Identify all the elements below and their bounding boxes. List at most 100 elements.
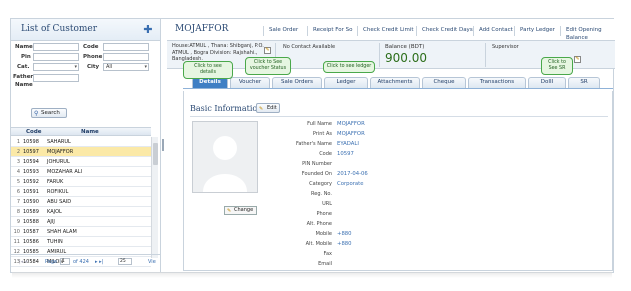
column-header-code[interactable]: Code (26, 129, 41, 135)
search-icon: ⚲ (34, 110, 39, 117)
table-row[interactable]: 9 10588 AJIJ (11, 217, 151, 227)
plus-icon: ✚ (143, 23, 153, 36)
row-code: 10589 (23, 209, 39, 215)
tab-attachments[interactable]: Attachments (370, 77, 420, 88)
field-value: MOJAFFOR (337, 121, 365, 127)
tab-cheque[interactable]: Cheque (422, 77, 466, 88)
field-label: Full Name (307, 121, 332, 127)
pin-input[interactable] (33, 53, 79, 61)
pager-page-input[interactable]: 1 (60, 258, 70, 265)
field-value: MOJAFFOR (337, 131, 365, 137)
receipt-for-so-button[interactable]: Receipt For So (307, 26, 353, 36)
category-select[interactable]: ▾ (33, 63, 79, 71)
row-name: FARUK (47, 179, 64, 185)
table-row[interactable]: 1 10598 SAHARUL (11, 137, 151, 147)
tab-sale-orders[interactable]: Sale Orders (272, 77, 322, 88)
row-code: 10592 (23, 179, 39, 185)
row-code: 10590 (23, 199, 39, 205)
table-row[interactable]: 5 10592 FARUK (11, 177, 151, 187)
father-name-label: Name (15, 82, 33, 88)
tab-sr[interactable]: SR (568, 77, 600, 88)
add-contact-button[interactable]: Add Contact (473, 26, 513, 36)
search-button[interactable]: ⚲ Search (31, 108, 67, 118)
column-header-name[interactable]: Name (81, 129, 99, 135)
row-name: ROFIKUL (47, 189, 69, 195)
party-ledger-button[interactable]: Party Ledger (514, 26, 555, 36)
table-row[interactable]: 10 10587 SHAH ALAM (11, 227, 151, 237)
tab-transactions[interactable]: Transactions (468, 77, 526, 88)
customer-photo (192, 121, 258, 193)
table-row[interactable]: 8 10589 KAJOL (11, 207, 151, 217)
row-number: 4 (16, 169, 20, 175)
name-input[interactable] (33, 43, 79, 51)
row-name: KAJOL (47, 209, 62, 215)
row-code: 10593 (23, 169, 39, 175)
chevron-down-icon: ▾ (74, 64, 77, 70)
tab-underline (183, 88, 613, 89)
row-number: 7 (16, 199, 20, 205)
row-name: ABU SAID (47, 199, 72, 205)
field-label: Fax (323, 251, 332, 257)
scrollbar-thumb[interactable] (153, 143, 158, 165)
add-customer-button[interactable]: ✚ (141, 23, 155, 36)
basic-info-title: Basic Information (190, 104, 263, 113)
father-name-input[interactable] (33, 74, 79, 82)
field-label: Mobile (315, 231, 332, 237)
pencil-icon: ✎ (227, 208, 232, 214)
row-name: MOJAFFOR (47, 149, 74, 155)
father-label: Father (13, 74, 34, 80)
row-name: SHAH ALAM (47, 229, 77, 235)
field-label: Category (309, 181, 332, 187)
city-select-value: All (106, 64, 113, 70)
row-number: 11 (13, 239, 20, 245)
table-row[interactable]: 3 10594 JOHURUL (11, 157, 151, 167)
edit-supervisor-icon[interactable]: ✎ (574, 56, 581, 63)
row-code: 10587 (23, 229, 39, 235)
table-row[interactable]: 4 10593 MOZAHAR ALI (11, 167, 151, 177)
search-button-label: Search (41, 110, 60, 116)
tab-voucher[interactable]: Voucher (230, 77, 270, 88)
pager-view-label: Vie (148, 259, 156, 265)
field-label: Alt. Mobile (305, 241, 332, 247)
field-label: Email (318, 261, 332, 267)
table-row[interactable]: 7 10590 ABU SAID (11, 197, 151, 207)
pager-per-page-select[interactable]: 25 (118, 258, 132, 265)
details-content: Basic Information ✎ Edit ✎ Change Full N… (183, 91, 613, 271)
city-select[interactable]: All ▾ (103, 63, 149, 71)
row-code: 10588 (23, 219, 39, 225)
check-credit-days-button[interactable]: Check Credit Days (416, 26, 473, 36)
row-code: 10597 (23, 149, 39, 155)
field-label: Founded On (301, 171, 332, 177)
sale-order-button[interactable]: Sale Order (263, 26, 298, 36)
code-input[interactable] (103, 43, 149, 51)
grid-pager: |◂ ◂ Page 1 of 424 ▸ ▸| 25 Vie (11, 254, 161, 268)
pager-total: of 424 (73, 259, 89, 265)
edit-opening-balance-button[interactable]: Edit Opening Balance (560, 26, 615, 41)
table-row[interactable]: 6 10591 ROFIKUL (11, 187, 151, 197)
table-row[interactable]: 11 10586 TUHIN (11, 237, 151, 247)
grid-header: Code Name (11, 127, 151, 136)
pencil-icon: ✎ (259, 106, 264, 112)
row-number: 1 (16, 139, 20, 145)
pager-prev-buttons[interactable]: |◂ ◂ (19, 259, 27, 265)
field-label: URL (322, 201, 332, 207)
panel-splitter[interactable] (162, 139, 164, 151)
field-label: Father's Name (295, 141, 332, 147)
table-row[interactable]: 2 10597 MOJAFFOR (11, 147, 151, 157)
edit-address-icon[interactable]: ✎ (264, 47, 271, 54)
row-number: 3 (16, 159, 20, 165)
customer-list-title: List of Customer (21, 24, 98, 34)
edit-basic-info-button[interactable]: ✎ Edit (256, 103, 280, 113)
check-credit-limit-button[interactable]: Check Credit Limit (357, 26, 414, 36)
pager-next-buttons[interactable]: ▸ ▸| (95, 259, 103, 265)
phone-input[interactable] (103, 53, 149, 61)
section-divider (190, 116, 608, 117)
tab-ledger[interactable]: Ledger (324, 77, 368, 88)
grid-scrollbar[interactable] (151, 137, 158, 258)
tab-doiii[interactable]: DoIII (528, 77, 566, 88)
field-label: Phone (316, 211, 333, 217)
change-button-label: Change (234, 207, 254, 213)
customer-detail-panel: MOJAFFOR Sale Order Receipt For So Check… (167, 19, 615, 272)
customer-list-header: List of Customer ✚ (11, 19, 160, 41)
field-label: Code (319, 151, 332, 157)
